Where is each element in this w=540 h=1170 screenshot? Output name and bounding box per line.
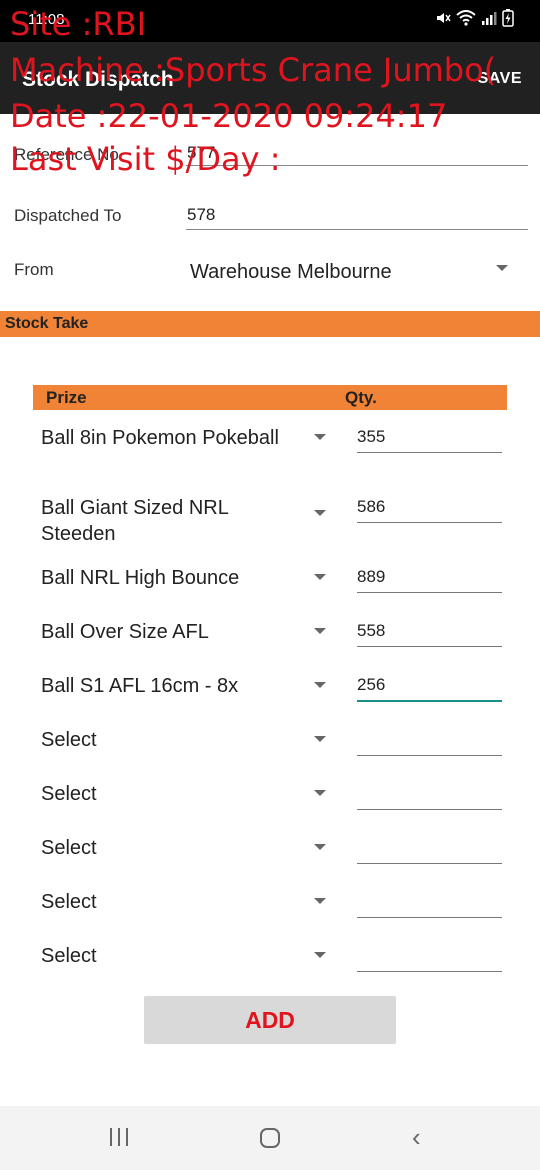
prize-column-header: Prize <box>46 388 87 407</box>
dispatched-to-label: Dispatched To <box>14 206 122 225</box>
chevron-down-icon[interactable] <box>314 434 326 440</box>
status-icons <box>435 9 514 32</box>
qty-field[interactable]: 558 <box>357 621 502 641</box>
home-icon[interactable] <box>260 1128 280 1148</box>
battery-icon <box>502 9 514 32</box>
qty-underline <box>357 592 502 593</box>
qty-underline <box>357 971 502 972</box>
qty-underline <box>357 755 502 756</box>
prize-select[interactable]: Ball NRL High Bounce <box>41 565 301 591</box>
section-title: Stock Take <box>5 315 89 332</box>
qty-column-header: Qty. <box>345 388 377 407</box>
qty-underline <box>357 917 502 918</box>
system-nav-bar: ‹ <box>0 1106 540 1170</box>
overlay-date: Date :22-01-2020 09:24:17 <box>10 97 448 135</box>
chevron-down-icon[interactable] <box>314 952 326 958</box>
chevron-down-icon[interactable] <box>314 844 326 850</box>
overlay-machine: Machine :Sports Crane Jumbo( <box>10 51 497 89</box>
qty-underline <box>357 452 502 453</box>
chevron-down-icon[interactable] <box>314 510 326 516</box>
qty-field[interactable]: 586 <box>357 497 502 517</box>
qty-underline <box>357 863 502 864</box>
qty-underline-focused <box>357 700 502 702</box>
chevron-down-icon[interactable] <box>314 628 326 634</box>
prize-select[interactable]: Select <box>41 943 301 969</box>
prize-select[interactable]: Ball Giant Sized NRL Steeden <box>41 495 301 547</box>
stock-take-section-header: Stock Take <box>0 311 540 337</box>
prize-select[interactable]: Ball Over Size AFL <box>41 619 301 645</box>
mute-icon <box>435 10 451 31</box>
prize-select[interactable]: Select <box>41 889 301 915</box>
prize-select[interactable]: Ball 8in Pokemon Pokeball <box>41 425 301 451</box>
qty-underline <box>357 646 502 647</box>
qty-field[interactable]: 256 <box>357 675 502 695</box>
prize-select[interactable]: Select <box>41 781 301 807</box>
wifi-icon <box>456 10 476 31</box>
dispatched-to-field[interactable]: 578 <box>187 205 215 225</box>
from-select[interactable]: Warehouse Melbourne <box>190 261 392 284</box>
add-button[interactable]: ADD <box>144 996 396 1044</box>
chevron-down-icon[interactable] <box>314 682 326 688</box>
qty-underline <box>357 522 502 523</box>
recent-apps-icon[interactable] <box>108 1128 130 1146</box>
chevron-down-icon[interactable] <box>314 574 326 580</box>
overlay-site: Site :RBI <box>10 5 147 43</box>
back-icon[interactable]: ‹ <box>412 1124 421 1150</box>
from-chevron-down-icon[interactable] <box>496 265 508 271</box>
qty-field[interactable]: 889 <box>357 567 502 587</box>
signal-icon <box>481 10 497 31</box>
qty-field[interactable]: 355 <box>357 427 502 447</box>
overlay-last-visit: Last Visit $/Day : <box>10 140 281 178</box>
table-header: Prize Qty. <box>33 385 507 410</box>
chevron-down-icon[interactable] <box>314 790 326 796</box>
qty-underline <box>357 809 502 810</box>
prize-select[interactable]: Select <box>41 835 301 861</box>
chevron-down-icon[interactable] <box>314 736 326 742</box>
chevron-down-icon[interactable] <box>314 898 326 904</box>
dispatched-to-underline <box>186 229 528 230</box>
from-label: From <box>14 260 54 279</box>
prize-select[interactable]: Select <box>41 727 301 753</box>
prize-select[interactable]: Ball S1 AFL 16cm - 8x <box>41 673 301 699</box>
